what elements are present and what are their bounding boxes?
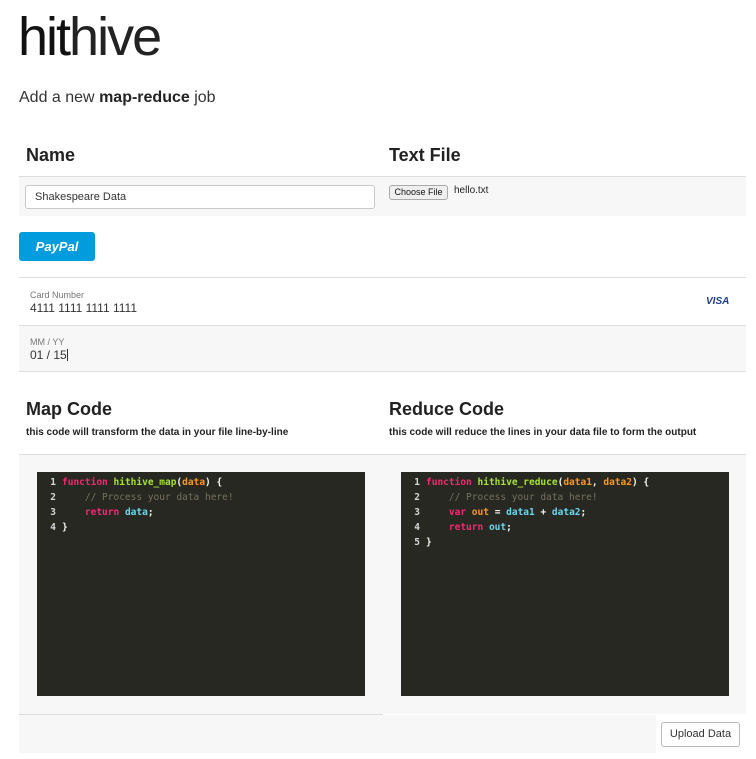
text-file-heading: Text File	[389, 145, 461, 165]
code-line: 1 function hithive_reduce(data1, data2) {	[401, 475, 729, 490]
code-token: }	[62, 522, 68, 533]
logo-bold: hit	[18, 7, 71, 67]
code-token: ) {	[631, 477, 650, 488]
choose-file-button[interactable]: Choose File	[389, 185, 448, 200]
expiry-band	[19, 326, 746, 371]
code-token: hithive_map	[113, 477, 177, 488]
code-line: 4 return out;	[401, 520, 729, 535]
name-heading: Name	[26, 145, 76, 165]
code-text: // Process your data here!	[426, 490, 598, 505]
line-number: 3	[414, 507, 420, 518]
code-token: // Process your data here!	[84, 492, 234, 503]
code-token: ;	[506, 522, 512, 533]
line-number: 3	[50, 507, 56, 518]
code-line: 2 // Process your data here!	[401, 490, 729, 505]
line-number: 4	[414, 522, 420, 533]
code-token: function	[62, 477, 108, 488]
code-token: +	[534, 507, 552, 518]
code-text: }	[62, 520, 68, 535]
code-text: function hithive_map(data) {	[62, 475, 222, 490]
footer-band	[19, 715, 656, 753]
code-token: var	[448, 507, 467, 518]
expiry-text: 01 / 15	[30, 348, 67, 362]
line-number: 5	[414, 537, 420, 548]
code-line: 5}	[401, 535, 729, 550]
code-token: ;	[147, 507, 154, 518]
visa-icon: VISA	[706, 296, 730, 307]
logo-light: hive	[69, 7, 162, 67]
code-line: 4}	[37, 520, 365, 535]
code-text: var out = data1 + data2;	[426, 505, 586, 520]
line-number: 4	[50, 522, 56, 533]
code-token: function	[426, 477, 472, 488]
code-token: return	[448, 522, 484, 533]
expiry-label: MM / YY	[30, 337, 65, 347]
code-token: =	[488, 507, 507, 518]
expiry-value: 01 / 15	[30, 348, 68, 362]
line-number: 2	[50, 492, 56, 503]
subtitle-suffix: job	[189, 89, 216, 106]
code-token: out	[488, 522, 507, 533]
page-subtitle: Add a new map-reduce job	[19, 89, 216, 107]
map-code-editor[interactable]: 1 function hithive_map(data) {2 // Proces…	[37, 472, 365, 696]
code-token: out	[471, 507, 489, 518]
line-number: 1	[50, 477, 56, 488]
code-token: data2	[603, 477, 632, 488]
line-number: 2	[414, 492, 420, 503]
card-number-value: 4111 1111 1111 1111	[30, 301, 137, 315]
code-line: 3 return data;	[37, 505, 365, 520]
reduce-code-editor[interactable]: 1 function hithive_reduce(data1, data2) {…	[401, 472, 729, 696]
code-token: data1	[563, 477, 592, 488]
code-token: hithive_reduce	[477, 477, 558, 488]
text-cursor	[66, 349, 68, 361]
hithive-logo: hithive	[18, 4, 162, 70]
code-line: 3 var out = data1 + data2;	[401, 505, 729, 520]
code-text: // Process your data here!	[62, 490, 234, 505]
expiry-divider	[19, 371, 746, 372]
code-text: return data;	[62, 505, 154, 520]
code-token: data	[182, 477, 206, 488]
code-line: 2 // Process your data here!	[37, 490, 365, 505]
selected-file-name: hello.txt	[454, 185, 489, 196]
reduce-code-heading: Reduce Code	[389, 399, 505, 419]
code-token: data2	[551, 507, 581, 518]
code-text: }	[426, 535, 432, 550]
map-code-description: this code will transform the data in you…	[26, 427, 289, 438]
map-code-heading: Map Code	[26, 399, 113, 419]
payment-divider	[19, 277, 746, 278]
subtitle-prefix: Add a new	[19, 89, 100, 106]
code-token: data1	[506, 507, 535, 518]
code-line: 1 function hithive_map(data) {	[37, 475, 365, 490]
line-number: 1	[414, 477, 420, 488]
upload-data-button[interactable]: Upload Data	[661, 722, 740, 747]
reduce-code-description: this code will reduce the lines in your …	[389, 427, 697, 438]
code-token: }	[426, 537, 432, 548]
job-name-input[interactable]	[25, 185, 375, 209]
paypal-button[interactable]: PayPal	[19, 232, 95, 261]
code-token: return	[84, 507, 120, 518]
code-text: function hithive_reduce(data1, data2) {	[426, 475, 649, 490]
code-token: ;	[580, 507, 587, 518]
code-token: // Process your data here!	[448, 492, 598, 503]
card-number-label: Card Number	[30, 290, 85, 300]
code-text: return out;	[426, 520, 512, 535]
code-token: data	[124, 507, 148, 518]
subtitle-bold: map-reduce	[99, 89, 190, 106]
code-token: ,	[591, 477, 604, 488]
code-token: ) {	[205, 477, 223, 488]
